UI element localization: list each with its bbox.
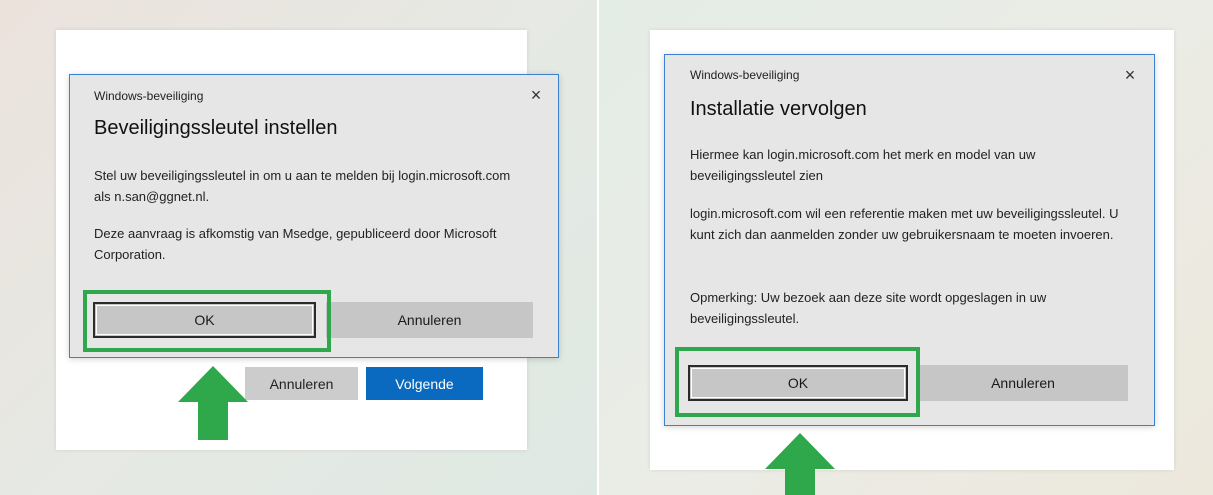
dialog-paragraph: login.microsoft.com wil een referentie m…	[690, 206, 1119, 242]
dialog-paragraph: Hiermee kan login.microsoft.com het merk…	[690, 147, 1036, 183]
ok-button-highlight	[675, 347, 920, 417]
right-screenshot-panel: Windows-beveiliging × Installatie vervol…	[599, 0, 1213, 495]
close-icon[interactable]: ×	[527, 86, 545, 104]
dialog-app-name: Windows-beveiliging	[690, 68, 800, 82]
up-arrow-icon	[765, 433, 835, 495]
dialog-title: Installatie vervolgen	[690, 98, 867, 120]
dialog-paragraph: Stel uw beveiligingssleutel in om u aan …	[94, 168, 511, 204]
left-screenshot-panel: Annuleren Volgende Windows-beveiliging ×…	[0, 0, 597, 495]
dialog-app-name: Windows-beveiliging	[94, 89, 204, 103]
dialog-paragraph: Opmerking: Uw bezoek aan deze site wordt…	[690, 290, 1047, 326]
close-icon[interactable]: ×	[1121, 66, 1139, 84]
cancel-button[interactable]: Annuleren	[918, 365, 1128, 401]
ok-button-highlight	[83, 290, 331, 352]
up-arrow-icon	[178, 366, 248, 440]
background-cancel-button[interactable]: Annuleren	[245, 367, 358, 400]
dialog-paragraph: Deze aanvraag is afkomstig van Msedge, g…	[94, 226, 497, 262]
cancel-button[interactable]: Annuleren	[326, 302, 533, 338]
dialog-title: Beveiligingssleutel instellen	[94, 117, 338, 139]
background-next-button[interactable]: Volgende	[366, 367, 483, 400]
